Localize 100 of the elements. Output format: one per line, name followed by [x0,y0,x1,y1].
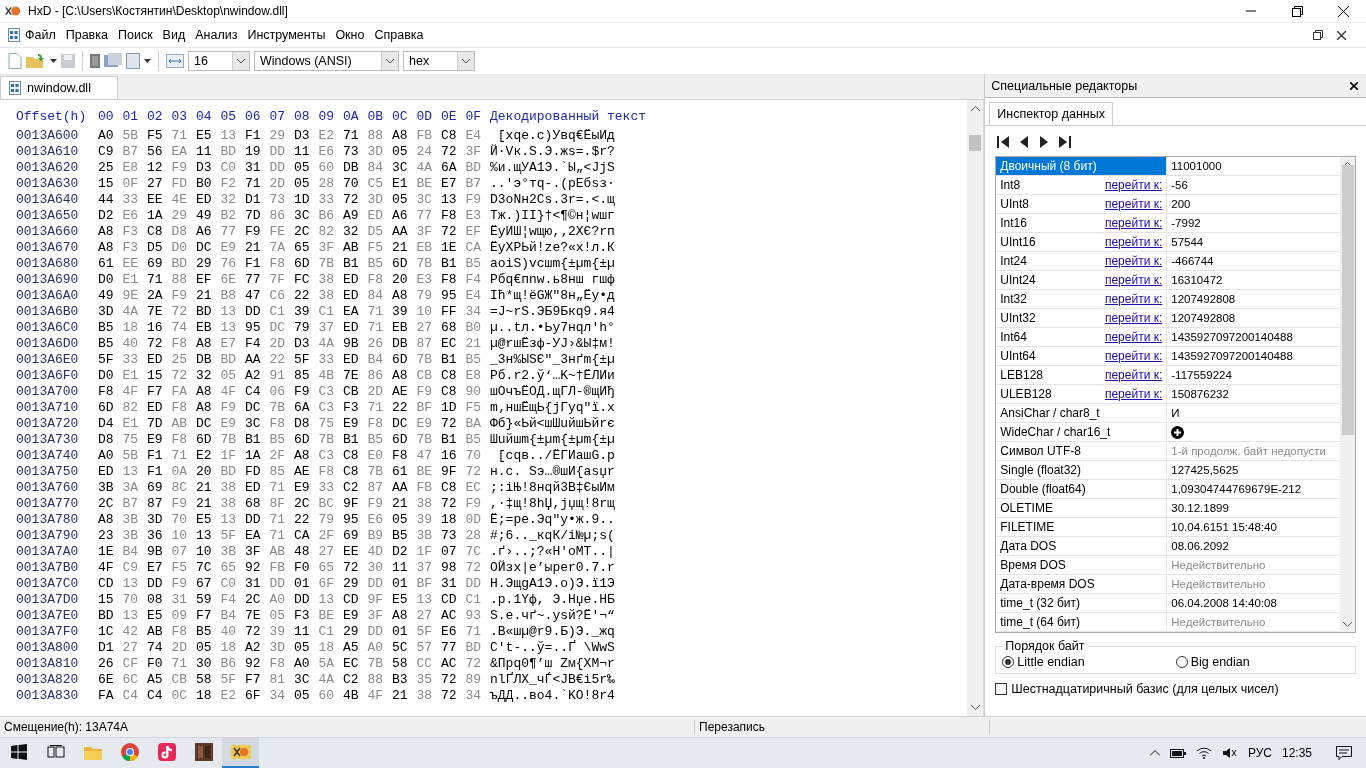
byte-cell[interactable]: 05 [269,608,294,624]
byte-cell[interactable]: 05 [392,144,417,160]
byte-cell[interactable]: F9 [171,160,196,176]
byte-cell[interactable]: F1 [147,448,172,464]
byte-cell[interactable]: 29 [171,208,196,224]
byte-cell[interactable]: BD [98,608,123,624]
byte-cell[interactable]: F8 [367,416,392,432]
byte-cell[interactable]: 7C [465,544,490,560]
byte-cell[interactable]: FA [98,688,123,704]
byte-cell[interactable]: 21 [392,496,417,512]
byte-cell[interactable]: A8 [98,240,123,256]
byte-cell[interactable]: 15 [98,176,123,192]
byte-cell[interactable]: 21 [196,480,221,496]
chevron-down-icon[interactable] [970,704,980,710]
menu-item[interactable]: Поиск [112,28,158,42]
byte-cell[interactable]: C8 [147,224,172,240]
byte-cell[interactable]: 22 [294,512,319,528]
byte-cell[interactable]: 9F [441,464,466,480]
byte-cell[interactable]: 73 [269,192,294,208]
byte-cell[interactable]: B3 [392,672,417,688]
byte-cell[interactable]: C2 [343,480,368,496]
byte-cell[interactable]: DD [269,144,294,160]
byte-cell[interactable]: 3D [367,192,392,208]
byte-cell[interactable]: ED [245,480,270,496]
byte-cell[interactable]: 65 [220,560,245,576]
byte-cell[interactable]: 10 [196,544,221,560]
byte-cell[interactable]: 71 [367,320,392,336]
byte-cell[interactable]: AB [147,624,172,640]
byte-cell[interactable]: 70 [122,592,147,608]
byte-cell[interactable]: 69 [343,528,368,544]
byte-cell[interactable]: 7D [245,208,270,224]
byte-cell[interactable]: 87 [367,480,392,496]
byte-cell[interactable]: D2 [98,208,123,224]
byte-cell[interactable]: 21 [392,240,417,256]
byte-cell[interactable]: DD [367,576,392,592]
byte-cell[interactable]: 3B [122,512,147,528]
byte-cell[interactable]: 72 [441,672,466,688]
byte-cell[interactable]: 7C [196,560,221,576]
byte-cell[interactable]: CA [465,240,490,256]
byte-cell[interactable]: F4 [245,336,270,352]
byte-cell[interactable]: A8 [392,608,417,624]
byte-cell[interactable]: D8 [98,432,123,448]
byte-cell[interactable]: ED [343,272,368,288]
byte-cell[interactable]: 93 [465,608,490,624]
byte-cell[interactable]: 31 [441,576,466,592]
byte-cell[interactable]: 11 [294,144,319,160]
hex-base-checkbox[interactable]: Шестнадцатиричный базис (для целых чисел) [995,682,1356,696]
byte-cell[interactable]: E1 [392,176,417,192]
byte-cell[interactable]: 87 [416,336,441,352]
byte-cell[interactable]: 58 [392,656,417,672]
byte-cell[interactable]: 92 [245,560,270,576]
byte-cell[interactable]: 2D [367,384,392,400]
menu-item[interactable]: Анализ [190,28,243,42]
byte-cell[interactable]: A8 [98,512,123,528]
byte-cell[interactable]: 2C [245,592,270,608]
byte-cell[interactable]: C0 [220,576,245,592]
byte-cell[interactable]: 95 [441,288,466,304]
byte-cell[interactable]: F8 [171,336,196,352]
byte-cell[interactable]: BC [318,496,343,512]
byte-cell[interactable]: D1 [98,640,123,656]
byte-cell[interactable]: B6 [220,656,245,672]
byte-cell[interactable]: B5 [98,336,123,352]
byte-cell[interactable]: 3B [122,528,147,544]
byte-cell[interactable]: 91 [269,368,294,384]
menu-item[interactable]: Вид [157,28,191,42]
byte-cell[interactable]: 32 [220,192,245,208]
byte-cell[interactable]: 30 [196,656,221,672]
byte-cell[interactable]: 60 [318,688,343,704]
byte-cell[interactable]: 69 [147,256,172,272]
byte-cell[interactable]: F9 [220,400,245,416]
byte-cell[interactable]: 23 [98,528,123,544]
byte-cell[interactable]: F8 [269,656,294,672]
byte-cell[interactable]: 1D [294,192,319,208]
byte-cell[interactable]: 65 [294,240,319,256]
byte-cell[interactable]: 3A [122,480,147,496]
byte-cell[interactable]: DD [367,624,392,640]
byte-cell[interactable]: F8 [269,416,294,432]
byte-cell[interactable]: 34 [269,688,294,704]
byte-cell[interactable]: 27 [416,320,441,336]
byte-cell[interactable]: 3D [98,304,123,320]
byte-cell[interactable]: 82 [318,224,343,240]
endian-radio[interactable]: Little endian [1002,655,1176,669]
byte-cell[interactable]: 72 [465,464,490,480]
byte-cell[interactable]: AA [245,352,270,368]
byte-cell[interactable]: 71 [171,128,196,144]
byte-cell[interactable]: 0D [465,512,490,528]
byte-cell[interactable]: 38 [318,288,343,304]
menu-item[interactable]: Правка [60,28,113,42]
byte-cell[interactable]: D8 [171,224,196,240]
byte-cell[interactable]: AC [441,608,466,624]
byte-cell[interactable]: FF [441,304,466,320]
byte-cell[interactable]: 22 [392,400,417,416]
byte-cell[interactable]: B5 [98,320,123,336]
byte-cell[interactable]: 9F [367,592,392,608]
byte-cell[interactable]: 18 [318,640,343,656]
byte-cell[interactable]: A0 [269,592,294,608]
byte-cell[interactable]: 33 [122,192,147,208]
byte-cell[interactable]: C1 [269,304,294,320]
byte-cell[interactable]: F1 [147,464,172,480]
byte-cell[interactable]: F9 [294,384,319,400]
